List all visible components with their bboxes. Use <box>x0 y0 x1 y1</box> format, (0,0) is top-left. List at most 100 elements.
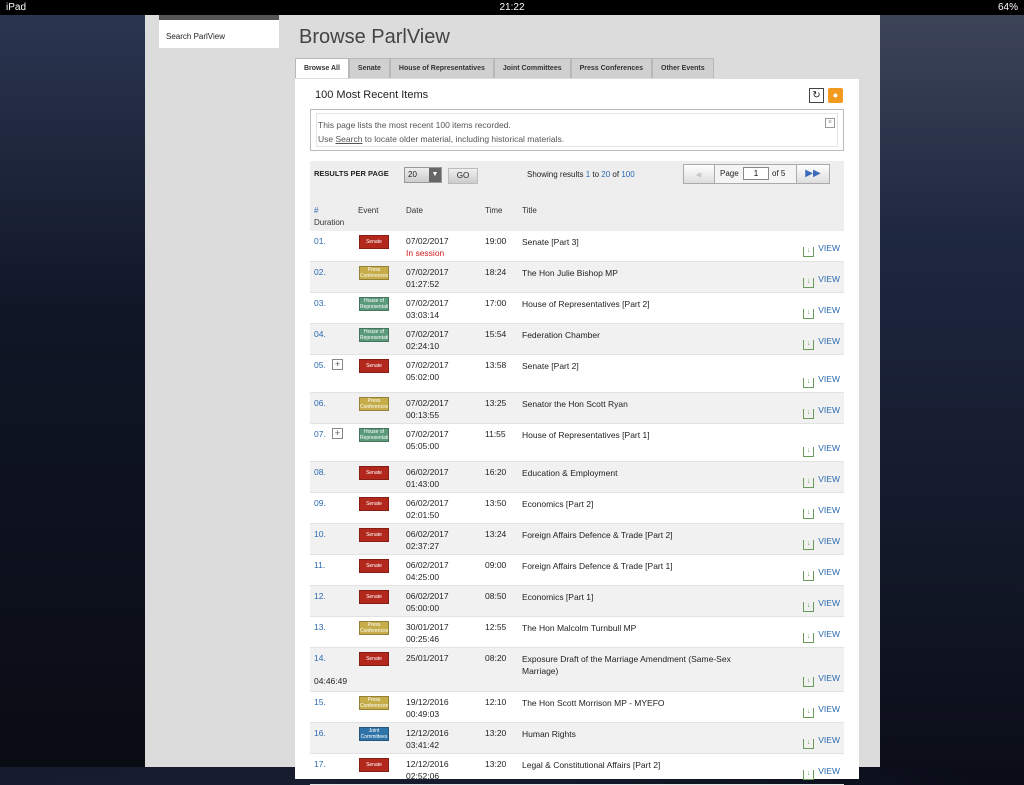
row-number[interactable]: 11. <box>314 560 325 570</box>
view-button[interactable]: ↓ VIEW <box>803 405 840 419</box>
expand-plus-icon[interactable]: + <box>332 428 343 439</box>
table-row[interactable]: 02. Press Conferences 07/02/2017 01:27:52 18… <box>310 262 844 293</box>
battery-level: 64% <box>997 2 1018 13</box>
event-badge: House of Representatives <box>359 428 389 442</box>
table-row[interactable]: 12. Senate 06/02/2017 05:00:00 08:50 Economic… <box>310 586 844 617</box>
view-button[interactable]: ↓ VIEW <box>803 474 840 488</box>
row-number[interactable]: 05. <box>314 360 326 370</box>
ios-status-bar: iPad 21:22 64% <box>0 0 1024 15</box>
header-event: Event <box>358 206 379 215</box>
table-row[interactable]: 17. Senate 12/12/2016 02:52:06 13:20 Legal & … <box>310 754 844 785</box>
row-number[interactable]: 01. <box>314 236 326 246</box>
view-button[interactable]: ↓ VIEW <box>803 243 840 257</box>
header-date: Date <box>406 206 423 215</box>
view-button[interactable]: ↓ VIEW <box>803 274 840 288</box>
view-button[interactable]: ↓ VIEW <box>803 505 840 519</box>
row-number[interactable]: 02. <box>314 267 326 277</box>
pagination: ⪡ Page of 5 ▶▶ <box>683 164 830 184</box>
table-row[interactable]: 07. + House of Representatives 07/02/2017 05… <box>310 424 844 462</box>
download-icon: ↓ <box>803 378 815 388</box>
view-button[interactable]: ↓ VIEW <box>803 704 840 718</box>
download-icon: ↓ <box>803 247 815 257</box>
view-button[interactable]: ↓ VIEW <box>803 735 840 749</box>
tab-press-conferences[interactable]: Press Conferences <box>570 58 653 78</box>
view-button[interactable]: ↓ VIEW <box>803 305 840 319</box>
row-number[interactable]: 15. <box>314 697 326 707</box>
background-left <box>0 15 145 767</box>
table-row[interactable]: 05. + Senate 07/02/2017 05:02:00 13:58 Senate … <box>310 355 844 393</box>
main-content: 100 Most Recent Items ↻ ● This page list… <box>295 79 859 785</box>
row-duration: 00:13:55 <box>406 410 440 420</box>
prev-page-icon[interactable]: ⪡ <box>684 165 715 183</box>
table-row[interactable]: 08. Senate 06/02/2017 01:43:00 16:20 Educatio… <box>310 462 844 493</box>
table-row[interactable]: 13. Press Conferences 30/01/2017 00:25:46 12… <box>310 617 844 648</box>
table-row[interactable]: 06. Press Conferences 07/02/2017 00:13:55 13… <box>310 393 844 424</box>
event-badge: Senate <box>359 590 389 604</box>
view-button[interactable]: ↓ VIEW <box>803 766 840 780</box>
row-date: 06/02/2017 <box>406 591 449 601</box>
row-number[interactable]: 03. <box>314 298 326 308</box>
header-num[interactable]: # <box>314 206 318 215</box>
info-line-1: This page lists the most recent 100 item… <box>318 120 511 130</box>
view-label: VIEW <box>818 336 840 346</box>
next-page-icon[interactable]: ▶▶ <box>796 165 829 183</box>
view-button[interactable]: ↓ VIEW <box>803 598 840 612</box>
page-input[interactable] <box>743 167 769 180</box>
tab-other-events[interactable]: Other Events <box>652 58 714 78</box>
row-number[interactable]: 04. <box>314 329 326 339</box>
table-row[interactable]: 10. Senate 06/02/2017 02:37:27 13:24 Foreign … <box>310 524 844 555</box>
row-duration: 00:25:46 <box>406 634 440 644</box>
expand-plus-icon[interactable]: + <box>332 359 343 370</box>
rss-icon[interactable]: ● <box>828 88 843 103</box>
search-link[interactable]: Search <box>335 134 362 144</box>
table-row[interactable]: 15. Press Conferences 19/12/2016 00:49:03 12… <box>310 692 844 723</box>
table-row[interactable]: 11. Senate 06/02/2017 04:25:00 09:00 Foreign … <box>310 555 844 586</box>
view-button[interactable]: ↓ VIEW <box>803 673 840 687</box>
view-button[interactable]: ↓ VIEW <box>803 629 840 643</box>
row-date: 07/02/2017 <box>406 398 449 408</box>
event-badge: Senate <box>359 559 389 573</box>
tab-senate[interactable]: Senate <box>348 58 390 78</box>
download-icon: ↓ <box>803 278 815 288</box>
view-button[interactable]: ↓ VIEW <box>803 336 840 350</box>
row-number[interactable]: 13. <box>314 622 326 632</box>
refresh-icon[interactable]: ↻ <box>809 88 824 103</box>
view-button[interactable]: ↓ VIEW <box>803 374 840 388</box>
row-number[interactable]: 07. <box>314 429 326 439</box>
row-duration: 01:27:52 <box>406 279 440 289</box>
table-row[interactable]: 03. House of Representatives 07/02/2017 03:… <box>310 293 844 324</box>
view-button[interactable]: ↓ VIEW <box>803 567 840 581</box>
row-number[interactable]: 06. <box>314 398 326 408</box>
close-icon[interactable]: × <box>825 118 835 128</box>
table-row[interactable]: 04. House of Representatives 07/02/2017 02:… <box>310 324 844 355</box>
row-date: 07/02/2017 <box>406 267 449 277</box>
row-number[interactable]: 10. <box>314 529 326 539</box>
view-label: VIEW <box>818 274 840 284</box>
row-number[interactable]: 14. <box>314 653 326 663</box>
tab-house[interactable]: House of Representatives <box>389 58 494 78</box>
results-summary: Showing results 1 to 20 of 100 <box>527 170 635 179</box>
tab-browse-all[interactable]: Browse All <box>295 58 349 78</box>
row-number[interactable]: 09. <box>314 498 326 508</box>
row-number[interactable]: 08. <box>314 467 326 477</box>
search-parlview-link[interactable]: Search ParlView <box>166 32 225 41</box>
row-number[interactable]: 12. <box>314 591 326 601</box>
table-row[interactable]: 01. Senate 07/02/2017 In session 19:00 Senate… <box>310 231 844 262</box>
view-button[interactable]: ↓ VIEW <box>803 443 840 457</box>
go-button[interactable]: GO <box>448 168 478 184</box>
row-number[interactable]: 17. <box>314 759 326 769</box>
row-title: The Hon Julie Bishop MP <box>522 268 618 278</box>
tab-joint-committees[interactable]: Joint Committees <box>493 58 571 78</box>
row-time: 15:54 <box>485 329 507 339</box>
row-title: Foreign Affairs Defence & Trade [Part 1] <box>522 561 673 571</box>
row-duration: 03:41:42 <box>406 740 440 750</box>
event-badge: House of Representatives <box>359 328 389 342</box>
row-time: 17:00 <box>485 298 507 308</box>
results-per-page-select[interactable]: 20 ▼ <box>404 167 442 183</box>
results-table: 01. Senate 07/02/2017 In session 19:00 Senate… <box>310 231 844 785</box>
table-row[interactable]: 14. Senate 25/01/2017 08:20 Exposure Draft o… <box>310 648 844 692</box>
table-row[interactable]: 16. Joint Committees 12/12/2016 03:41:42 13:… <box>310 723 844 754</box>
view-button[interactable]: ↓ VIEW <box>803 536 840 550</box>
row-number[interactable]: 16. <box>314 728 326 738</box>
table-row[interactable]: 09. Senate 06/02/2017 02:01:50 13:50 Economic… <box>310 493 844 524</box>
